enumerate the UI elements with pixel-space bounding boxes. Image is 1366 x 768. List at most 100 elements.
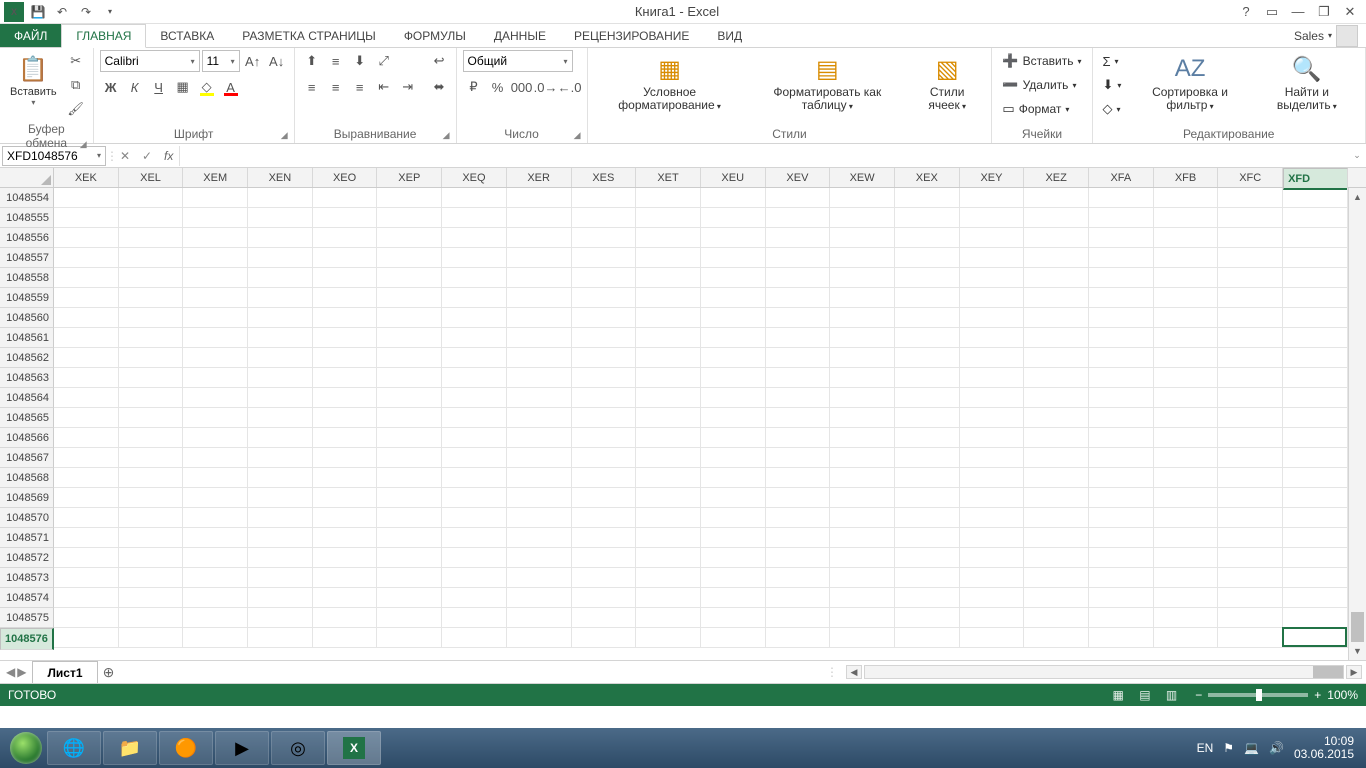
cell[interactable] bbox=[572, 628, 637, 648]
zoom-out-icon[interactable]: − bbox=[1195, 688, 1202, 702]
row-header[interactable]: 1048563 bbox=[0, 368, 54, 388]
cell[interactable] bbox=[830, 368, 895, 388]
cell[interactable] bbox=[377, 348, 442, 368]
cell[interactable] bbox=[507, 328, 572, 348]
cell[interactable] bbox=[1024, 228, 1089, 248]
hscroll-left-icon[interactable]: ◀ bbox=[846, 665, 862, 679]
cell[interactable] bbox=[248, 508, 313, 528]
cell[interactable] bbox=[507, 268, 572, 288]
cell[interactable] bbox=[766, 468, 831, 488]
cell[interactable] bbox=[766, 408, 831, 428]
cell[interactable] bbox=[1089, 588, 1154, 608]
cell[interactable] bbox=[507, 568, 572, 588]
cell[interactable] bbox=[1089, 608, 1154, 628]
cell[interactable] bbox=[507, 368, 572, 388]
cell[interactable] bbox=[183, 568, 248, 588]
cell[interactable] bbox=[1283, 208, 1348, 228]
cell[interactable] bbox=[119, 268, 184, 288]
row-header[interactable]: 1048562 bbox=[0, 348, 54, 368]
cell[interactable] bbox=[1154, 428, 1219, 448]
cell[interactable] bbox=[183, 248, 248, 268]
cell[interactable] bbox=[313, 248, 378, 268]
cell[interactable] bbox=[572, 608, 637, 628]
taskbar-excel-icon[interactable]: X bbox=[327, 731, 381, 765]
cell[interactable] bbox=[766, 608, 831, 628]
cell[interactable] bbox=[1283, 468, 1348, 488]
cell[interactable] bbox=[960, 328, 1025, 348]
cell[interactable] bbox=[313, 408, 378, 428]
cell[interactable] bbox=[701, 308, 766, 328]
cell[interactable] bbox=[54, 408, 119, 428]
cell[interactable] bbox=[960, 628, 1025, 648]
cell[interactable] bbox=[1154, 408, 1219, 428]
cell[interactable] bbox=[1283, 488, 1348, 508]
zoom-in-icon[interactable]: + bbox=[1314, 688, 1321, 702]
number-format-select[interactable]: Общий▾ bbox=[463, 50, 573, 72]
tab-home[interactable]: ГЛАВНАЯ bbox=[61, 24, 146, 48]
cell[interactable] bbox=[442, 188, 507, 208]
cell[interactable] bbox=[572, 208, 637, 228]
grid-body[interactable]: 1048554104855510485561048557104855810485… bbox=[0, 188, 1366, 648]
cell[interactable] bbox=[572, 548, 637, 568]
cell[interactable] bbox=[313, 428, 378, 448]
zoom-slider[interactable] bbox=[1208, 693, 1308, 697]
cell[interactable] bbox=[895, 208, 960, 228]
cell[interactable] bbox=[1283, 548, 1348, 568]
cell[interactable] bbox=[442, 568, 507, 588]
align-bottom-icon[interactable]: ⬇ bbox=[349, 50, 371, 72]
cut-icon[interactable]: ✂ bbox=[65, 50, 87, 72]
cell[interactable] bbox=[507, 528, 572, 548]
cell[interactable] bbox=[960, 408, 1025, 428]
cell[interactable] bbox=[895, 468, 960, 488]
cell[interactable] bbox=[1089, 188, 1154, 208]
cell[interactable] bbox=[1154, 348, 1219, 368]
expand-formula-bar-icon[interactable]: ⌄ bbox=[1348, 150, 1366, 161]
cell[interactable] bbox=[830, 408, 895, 428]
cell[interactable] bbox=[830, 208, 895, 228]
sheet-tab[interactable]: Лист1 bbox=[32, 661, 97, 683]
cell[interactable] bbox=[183, 608, 248, 628]
cell[interactable] bbox=[248, 188, 313, 208]
cell[interactable] bbox=[54, 608, 119, 628]
tab-review[interactable]: РЕЦЕНЗИРОВАНИЕ bbox=[560, 24, 703, 47]
cell[interactable] bbox=[442, 628, 507, 648]
cell[interactable] bbox=[507, 188, 572, 208]
cell[interactable] bbox=[1024, 488, 1089, 508]
cell[interactable] bbox=[895, 388, 960, 408]
cell[interactable] bbox=[1283, 588, 1348, 608]
row-header[interactable]: 1048572 bbox=[0, 548, 54, 568]
format-cells-button[interactable]: ▭Формат▾ bbox=[998, 98, 1085, 120]
cell[interactable] bbox=[572, 448, 637, 468]
save-icon[interactable]: 💾 bbox=[28, 2, 48, 22]
column-header[interactable]: XEM bbox=[183, 168, 248, 187]
cell[interactable] bbox=[1024, 628, 1089, 648]
cell[interactable] bbox=[895, 548, 960, 568]
cell[interactable] bbox=[377, 548, 442, 568]
cell[interactable] bbox=[830, 188, 895, 208]
cell[interactable] bbox=[248, 388, 313, 408]
page-layout-view-icon[interactable]: ▤ bbox=[1133, 688, 1156, 702]
cell[interactable] bbox=[1024, 188, 1089, 208]
column-header[interactable]: XFA bbox=[1089, 168, 1154, 187]
cell[interactable] bbox=[1218, 288, 1283, 308]
cell[interactable] bbox=[895, 428, 960, 448]
cell[interactable] bbox=[507, 588, 572, 608]
conditional-formatting-button[interactable]: ▦ Условное форматирование ▾ bbox=[594, 50, 746, 115]
cell[interactable] bbox=[1154, 608, 1219, 628]
cell[interactable] bbox=[54, 488, 119, 508]
cell[interactable] bbox=[377, 488, 442, 508]
cell[interactable] bbox=[377, 368, 442, 388]
align-right-icon[interactable]: ≡ bbox=[349, 76, 371, 98]
dialog-launcher-icon[interactable]: ◢ bbox=[281, 130, 288, 141]
cell[interactable] bbox=[54, 328, 119, 348]
cell[interactable] bbox=[377, 328, 442, 348]
accounting-format-icon[interactable]: ₽ bbox=[463, 76, 485, 98]
cell[interactable] bbox=[1218, 628, 1283, 648]
language-indicator[interactable]: EN bbox=[1197, 741, 1214, 755]
cell[interactable] bbox=[507, 348, 572, 368]
enter-formula-icon[interactable]: ✓ bbox=[136, 146, 158, 166]
cell[interactable] bbox=[377, 508, 442, 528]
cell[interactable] bbox=[1089, 388, 1154, 408]
cell[interactable] bbox=[1283, 348, 1348, 368]
cell[interactable] bbox=[1154, 528, 1219, 548]
